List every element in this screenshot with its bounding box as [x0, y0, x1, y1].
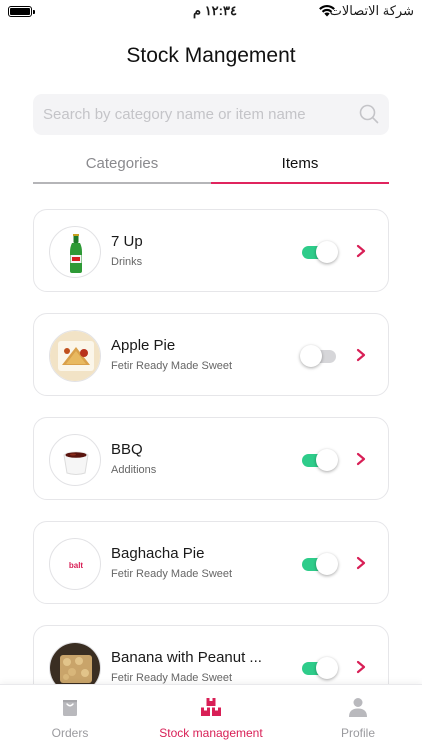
item-category: Fetir Ready Made Sweet [111, 360, 233, 372]
search-input[interactable] [43, 94, 353, 135]
item-card-bbq[interactable]: BBQ Additions [33, 417, 389, 500]
page-title: Stock Mangement [126, 44, 296, 67]
item-thumbnail [49, 434, 101, 486]
chevron-right-icon[interactable] [356, 452, 366, 466]
battery-icon [8, 6, 35, 17]
nav-stock-management[interactable]: Stock management [141, 685, 281, 750]
sauce-cup-image [63, 451, 89, 475]
tab-categories[interactable]: Categories [33, 150, 211, 184]
chevron-right-icon[interactable] [356, 660, 366, 674]
item-card-baghacha-pie[interactable]: balt Baghacha Pie Fetir Ready Made Sweet [33, 521, 389, 604]
nav-orders[interactable]: Orders [0, 685, 140, 750]
balt-logo-image: balt [69, 561, 84, 570]
svg-text:balt: balt [69, 561, 84, 570]
availability-toggle[interactable] [300, 345, 338, 367]
item-thumbnail [49, 226, 101, 278]
tab-bar: Categories Items [33, 150, 389, 184]
availability-toggle[interactable] [302, 241, 338, 263]
item-thumbnail: balt [49, 538, 101, 590]
item-name: 7 Up [111, 233, 143, 250]
person-icon [349, 698, 367, 717]
bottle-image [70, 234, 82, 273]
chevron-right-icon[interactable] [356, 556, 366, 570]
tab-items[interactable]: Items [211, 150, 389, 184]
boxes-icon [201, 698, 221, 716]
item-category: Drinks [111, 256, 143, 268]
nav-label: Profile [340, 726, 375, 740]
item-category: Fetir Ready Made Sweet [111, 672, 233, 684]
search-icon[interactable] [359, 104, 379, 124]
status-bar: ١٢:٣٤ م شركة الاتصالات [0, 0, 422, 22]
item-card-7up[interactable]: 7 Up Drinks [33, 209, 389, 292]
bag-icon [63, 700, 77, 716]
chevron-right-icon[interactable] [356, 244, 366, 258]
status-time: ١٢:٣٤ م [193, 3, 237, 18]
item-name: Banana with Peanut ... [111, 649, 262, 666]
item-name: Apple Pie [111, 337, 176, 354]
search-box[interactable] [33, 94, 389, 135]
nav-profile[interactable]: Profile [288, 685, 422, 750]
item-category: Fetir Ready Made Sweet [111, 568, 233, 580]
item-name: BBQ [111, 441, 143, 458]
availability-toggle[interactable] [302, 449, 338, 471]
apple-pie-image [50, 331, 100, 381]
nav-label: Orders [51, 726, 89, 740]
item-name: Baghacha Pie [111, 545, 205, 562]
availability-toggle[interactable] [302, 553, 338, 575]
bottom-nav: Orders Stock management Profile [0, 684, 422, 750]
availability-toggle[interactable] [302, 657, 338, 679]
item-thumbnail [49, 330, 101, 382]
chevron-right-icon[interactable] [356, 348, 366, 362]
nav-label: Stock management [159, 726, 263, 740]
carrier-name: شركة الاتصالات [329, 3, 414, 18]
item-card-apple-pie[interactable]: Apple Pie Fetir Ready Made Sweet [33, 313, 389, 396]
item-category: Additions [111, 464, 157, 476]
